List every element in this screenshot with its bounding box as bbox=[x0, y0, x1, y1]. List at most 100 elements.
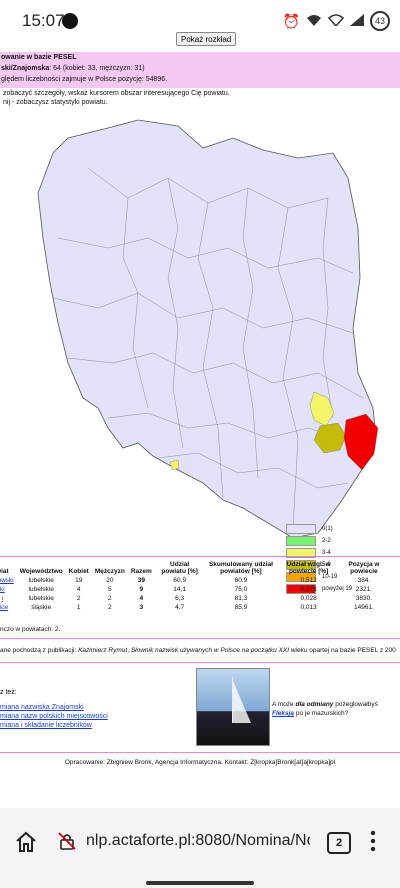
page-content: Pokaż rozkład owanie w bazie PESEL ski/Z… bbox=[0, 30, 400, 800]
signal-icon bbox=[350, 13, 364, 29]
cell-udzial: 4,7 bbox=[175, 604, 185, 611]
hint-click: nij - zobaczysz statystyki powiatu. bbox=[3, 99, 108, 106]
cell-skumulowany: 81,3 bbox=[234, 595, 248, 602]
divider bbox=[0, 556, 400, 557]
cell-udzial-wzgl: 0,028 bbox=[300, 595, 317, 602]
promo-mid: pożeglowałbyś bbox=[333, 701, 378, 708]
cell-pozycja: 14961. bbox=[353, 604, 374, 611]
show-layout-button[interactable]: Pokaż rozkład bbox=[176, 32, 237, 46]
url-text[interactable]: nlp.actaforte.pl:8080/Nomina/No bbox=[86, 832, 310, 850]
source-citation: ane pochodzą z publikacji: Kazimierz Rym… bbox=[0, 647, 396, 654]
legend-row: 0(1) bbox=[286, 523, 352, 535]
poland-outline bbox=[37, 119, 377, 539]
table-note: nczo w powiatach: 2. bbox=[0, 626, 61, 633]
cell-pozycja: 2321. bbox=[355, 586, 373, 593]
legend-row: 2-2 bbox=[286, 535, 352, 547]
county-table: wiat Województwo Kobiet Mężczyzn Razem U… bbox=[0, 560, 388, 612]
see-also-link[interactable]: miana i składanie liczebników bbox=[0, 721, 108, 730]
status-icons: ⏰ 43 bbox=[283, 11, 390, 31]
browser-toolbar: nlp.actaforte.pl:8080/Nomina/No 2 bbox=[0, 808, 400, 888]
footer-credit: Opracowanie: Zbigniew Bronk, Agencja Inf… bbox=[64, 759, 336, 766]
cell-woj: śląskie bbox=[31, 604, 52, 611]
tabs-button[interactable]: 2 bbox=[327, 832, 351, 854]
sail-shape bbox=[233, 681, 251, 723]
county-link[interactable]: szowski bbox=[0, 576, 17, 585]
col-udzial: Udział powiatu [%] bbox=[161, 561, 198, 575]
sailboat-image[interactable] bbox=[196, 668, 270, 746]
info-name: ski/Znajomska bbox=[1, 65, 50, 72]
col-woj: Województwo bbox=[19, 568, 63, 575]
menu-icon[interactable] bbox=[370, 830, 376, 852]
cell-skumulowany: 60,9 bbox=[234, 577, 248, 584]
county-link[interactable]: vice bbox=[0, 603, 17, 612]
col-skumulowany: Skumulowany udział powiatów [%] bbox=[208, 561, 273, 575]
col-kobiet: Kobiet bbox=[68, 568, 89, 575]
cell-udzial-wzgl: 0,013 bbox=[300, 604, 317, 611]
cell-udzial-wzgl: 0,512 bbox=[300, 577, 317, 584]
hint-hover: zobaczyć szczegóły, wskaż kursorem obsza… bbox=[3, 90, 230, 97]
poland-map[interactable]: 0(1) 2-2 3-4 5-9 10-19 powyżej 19 bbox=[28, 108, 400, 594]
alarm-icon: ⏰ bbox=[282, 12, 300, 29]
insecure-lock-icon[interactable] bbox=[58, 832, 76, 850]
county-link[interactable]: i bbox=[0, 594, 17, 603]
table-row: szowski lubelskie 19 20 39 60,9 60,9 0,5… bbox=[0, 576, 388, 585]
table-row: ki lubelskie 4 5 9 14,1 75,0 0,078 2321. bbox=[0, 585, 388, 594]
cell-udzial: 6,3 bbox=[175, 595, 185, 602]
source-prefix: ane pochodzą z publikacji: bbox=[0, 647, 79, 654]
info-count-line: ski/Znajomska: 64 (kobiet: 33, mężczyzn:… bbox=[0, 63, 400, 74]
name-info-box: owanie w bazie PESEL ski/Znajomska: 64 (… bbox=[0, 52, 400, 88]
col-razem: Razem bbox=[130, 568, 152, 575]
cell-mezczyzn: 20 bbox=[106, 577, 114, 584]
county-link[interactable]: ki bbox=[0, 585, 17, 594]
col-powiat: wiat bbox=[0, 568, 9, 575]
notification-dot-icon bbox=[62, 13, 78, 29]
info-count: : 64 (kobiet: 33, mężczyzn: 31) bbox=[49, 65, 145, 72]
col-udzial-wzgl: Udział wzgl. w powiecie [%] bbox=[286, 561, 331, 575]
county-silesia[interactable] bbox=[169, 459, 180, 471]
cell-mezczyzn: 2 bbox=[108, 604, 112, 611]
col-mezczyzn: Mężczyzn bbox=[94, 568, 125, 575]
divider bbox=[0, 662, 400, 663]
divider bbox=[0, 638, 400, 639]
cell-skumulowany: 75,0 bbox=[234, 586, 248, 593]
url-bar[interactable]: nlp.actaforte.pl:8080/Nomina/No bbox=[48, 824, 320, 858]
cell-woj: lubelskie bbox=[28, 586, 54, 593]
cell-kobiet: 1 bbox=[76, 604, 81, 611]
battery-icon: 43 bbox=[370, 11, 390, 31]
legend-swatch bbox=[286, 524, 316, 534]
cell-woj: lubelskie bbox=[28, 577, 54, 584]
source-title: Słownik nazwisk używanych w Polsce na po… bbox=[130, 647, 308, 654]
source-author: Kazimierz Rymut bbox=[78, 647, 128, 654]
cell-udzial: 60,9 bbox=[173, 577, 186, 584]
table-row: i lubelskie 2 2 4 6,3 81,3 0,028 3830. bbox=[0, 594, 388, 603]
cell-udzial-wzgl: 0,078 bbox=[300, 586, 317, 593]
cell-razem: 3 bbox=[139, 604, 144, 611]
status-time: 15:07 bbox=[22, 11, 65, 30]
legend-label: 2-2 bbox=[322, 538, 331, 544]
source-suffix: opartej na bazie PESEL z 200 bbox=[307, 647, 396, 654]
legend-row: 3-4 bbox=[286, 547, 352, 559]
table-header-row: wiat Województwo Kobiet Mężczyzn Razem U… bbox=[0, 560, 388, 576]
cell-udzial: 14,1 bbox=[173, 586, 186, 593]
info-title: owanie w bazie PESEL bbox=[0, 52, 400, 63]
cell-woj: lubelskie bbox=[28, 595, 54, 602]
cell-razem: 9 bbox=[139, 586, 144, 593]
wifi-2-icon bbox=[327, 13, 345, 29]
map-hint: zobaczyć szczegóły, wskaż kursorem obsza… bbox=[3, 89, 230, 107]
map-svg[interactable] bbox=[28, 108, 400, 550]
fleksja-link[interactable]: Fleksją bbox=[272, 710, 294, 717]
cell-razem: 39 bbox=[137, 577, 145, 584]
see-also-link[interactable]: mianа nazwiska Znajomski bbox=[0, 703, 108, 712]
see-also-heading: z też: bbox=[0, 689, 17, 696]
divider bbox=[0, 752, 400, 753]
promo-em: dla odmiany bbox=[295, 701, 334, 708]
promo-after: po je mazurskich? bbox=[294, 710, 349, 717]
cell-pozycja: 3830. bbox=[355, 595, 373, 602]
col-pozycja: Pozycja w powiecie bbox=[348, 561, 380, 575]
cell-kobiet: 2 bbox=[76, 595, 81, 602]
see-also: z też: mianа nazwiska Znajomski miana na… bbox=[0, 688, 108, 730]
see-also-link[interactable]: miana nazw polskich miejscowości bbox=[0, 712, 108, 721]
home-icon[interactable] bbox=[14, 830, 38, 854]
legend-swatch bbox=[286, 536, 316, 546]
table-row: vice śląskie 1 2 3 4,7 85,9 0,013 14961. bbox=[0, 603, 388, 612]
